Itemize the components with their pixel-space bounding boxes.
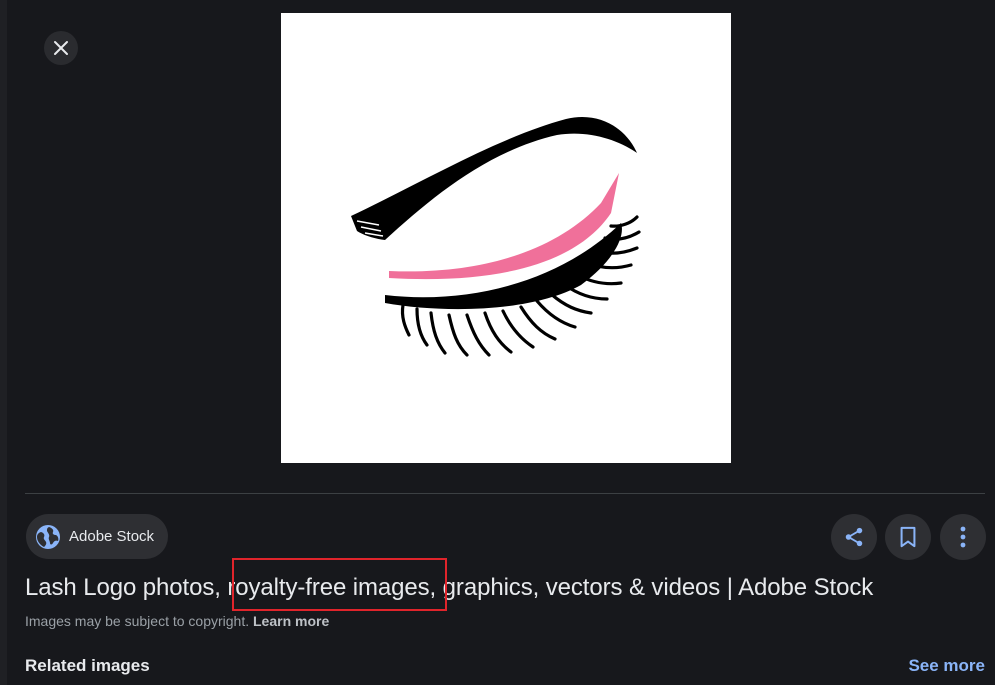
source-name: Adobe Stock	[69, 528, 155, 545]
title-part-1: Lash Logo photos,	[25, 574, 228, 601]
more-options-button[interactable]	[940, 514, 986, 560]
related-images-heading: Related images	[25, 656, 150, 675]
close-icon	[54, 41, 68, 55]
lash-logo-image	[351, 117, 641, 357]
more-vert-icon	[960, 526, 966, 548]
see-more-link[interactable]: See more	[908, 656, 985, 676]
left-panel-edge	[0, 0, 7, 685]
share-button[interactable]	[831, 514, 877, 560]
close-button[interactable]	[44, 31, 78, 65]
copyright-text: Images may be subject to copyright.	[25, 613, 250, 629]
title-highlighted-text: royalty-free images	[227, 574, 430, 601]
result-title[interactable]: Lash Logo photos, royalty-free images, g…	[25, 574, 873, 602]
share-icon	[845, 527, 863, 547]
learn-more-link[interactable]: Learn more	[253, 613, 329, 629]
source-chip[interactable]: Adobe Stock	[26, 514, 168, 559]
copyright-notice: Images may be subject to copyright. Lear…	[25, 613, 329, 629]
preview-image[interactable]	[281, 13, 731, 463]
save-button[interactable]	[885, 514, 931, 560]
bookmark-icon	[900, 526, 916, 548]
divider	[25, 493, 985, 494]
title-part-2: , graphics, vectors & videos | Adobe Sto…	[429, 574, 874, 601]
globe-icon	[35, 524, 61, 550]
